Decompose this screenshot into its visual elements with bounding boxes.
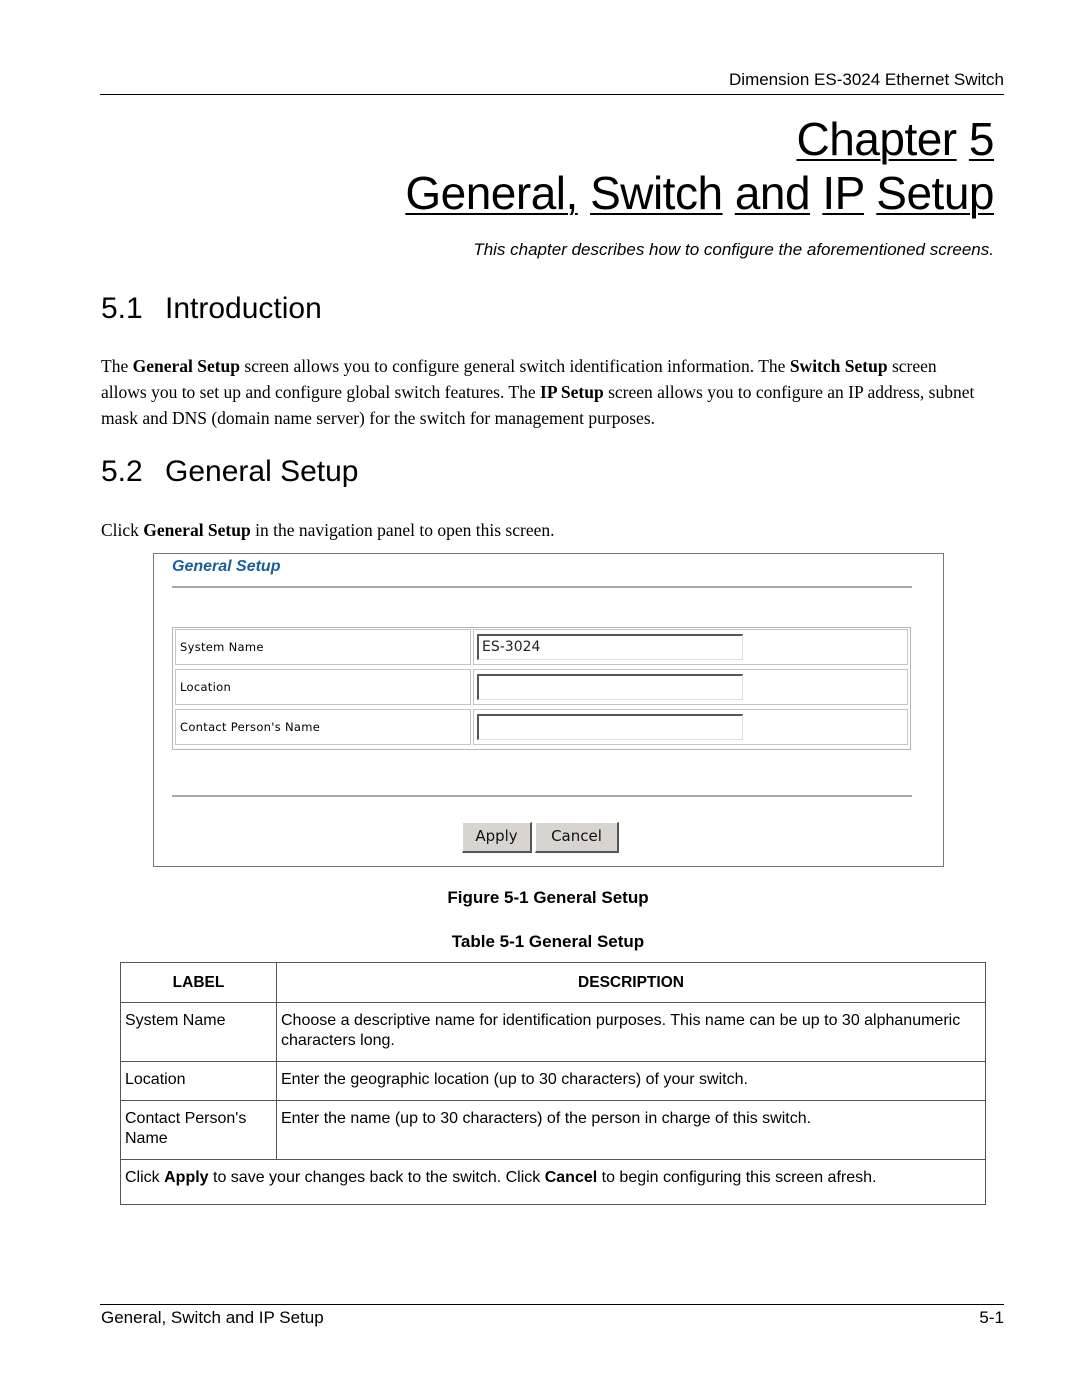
section-heading-introduction: 5.1 Introduction bbox=[101, 292, 322, 326]
location-input[interactable] bbox=[477, 674, 743, 700]
intro-paragraph: The General Setup screen allows you to c… bbox=[101, 353, 986, 431]
footer-rule bbox=[100, 1304, 1004, 1305]
text-run: Click bbox=[125, 1169, 165, 1186]
chapter-subtitle: This chapter describes how to configure … bbox=[473, 240, 994, 259]
chapter-number: 5 bbox=[968, 113, 995, 165]
screen-title: General Setup bbox=[172, 558, 281, 575]
table-caption: Table 5-1 General Setup bbox=[451, 932, 645, 951]
footer-chapter-title: General, Switch and IP Setup bbox=[101, 1308, 324, 1327]
table-footer-note: Click Apply to save your changes back to… bbox=[120, 1159, 986, 1205]
text-run: The bbox=[101, 356, 133, 376]
table-row: Location Enter the geographic location (… bbox=[120, 1061, 986, 1101]
system-name-label: System Name bbox=[175, 629, 471, 665]
chapter-title: Chapter 5 General, Switch and IP Setup bbox=[405, 112, 994, 220]
divider bbox=[172, 586, 912, 588]
chapter-title-word: Switch bbox=[590, 167, 723, 219]
divider bbox=[172, 795, 912, 797]
description-table: LABEL DESCRIPTION System Name Choose a d… bbox=[120, 962, 986, 1205]
table-row: System Name Choose a descriptive name fo… bbox=[120, 1002, 986, 1062]
section-title: Introduction bbox=[165, 292, 322, 325]
table-footer-row: Click Apply to save your changes back to… bbox=[120, 1159, 986, 1205]
text-run: Click bbox=[101, 520, 144, 540]
location-cell bbox=[473, 669, 908, 705]
row-label: Location bbox=[120, 1061, 277, 1101]
location-label: Location bbox=[175, 669, 471, 705]
row-label: Contact Person's Name bbox=[120, 1100, 277, 1160]
emphasized-text: General Setup bbox=[143, 520, 251, 540]
chapter-title-word: Setup bbox=[876, 167, 994, 219]
apply-button[interactable]: Apply bbox=[462, 822, 532, 853]
text-run: in the navigation panel to open this scr… bbox=[250, 520, 555, 540]
emphasized-text: IP Setup bbox=[540, 382, 604, 402]
column-header-description: DESCRIPTION bbox=[276, 962, 986, 1003]
emphasized-text: Switch Setup bbox=[789, 356, 888, 376]
form-row-system-name: System Name ES-3024 bbox=[175, 629, 908, 667]
section-heading-general-setup: 5.2 General Setup bbox=[101, 455, 358, 489]
row-description: Enter the name (up to 30 characters) of … bbox=[276, 1100, 986, 1160]
row-description: Enter the geographic location (up to 30 … bbox=[276, 1061, 986, 1101]
general-setup-screenshot: General Setup System Name ES-3024 Locati… bbox=[153, 553, 944, 867]
table-header-row: LABEL DESCRIPTION bbox=[120, 962, 986, 1003]
section-number: 5.1 bbox=[101, 292, 143, 325]
text-run: screen allows you to configure general s… bbox=[240, 356, 790, 376]
column-header-label: LABEL bbox=[120, 962, 277, 1003]
general-setup-form: System Name ES-3024 Location Contact Per… bbox=[172, 627, 911, 750]
text-run: to save your changes back to the switch.… bbox=[208, 1169, 545, 1186]
system-name-cell: ES-3024 bbox=[473, 629, 908, 665]
contact-person-label: Contact Person's Name bbox=[175, 709, 471, 745]
emphasized-text: General Setup bbox=[132, 356, 241, 376]
row-label: System Name bbox=[120, 1002, 277, 1062]
cancel-button[interactable]: Cancel bbox=[535, 822, 619, 853]
emphasized-text: Apply bbox=[164, 1169, 209, 1186]
form-row-location: Location bbox=[175, 669, 908, 707]
system-name-input[interactable]: ES-3024 bbox=[477, 634, 743, 660]
page-number: 5-1 bbox=[979, 1308, 1004, 1327]
chapter-title-word: IP bbox=[822, 167, 864, 219]
general-setup-paragraph: Click General Setup in the navigation pa… bbox=[101, 517, 986, 543]
chapter-title-word: and bbox=[734, 167, 811, 219]
section-number: 5.2 bbox=[101, 455, 143, 488]
section-title: General Setup bbox=[165, 455, 359, 488]
contact-person-cell bbox=[473, 709, 908, 745]
chapter-name-line: General, Switch and IP Setup bbox=[405, 166, 994, 220]
row-description: Choose a descriptive name for identifica… bbox=[276, 1002, 986, 1062]
form-row-contact-person: Contact Person's Name bbox=[175, 709, 908, 747]
chapter-title-word: General, bbox=[405, 167, 578, 219]
emphasized-text: Cancel bbox=[544, 1169, 598, 1186]
chapter-number-line: Chapter 5 bbox=[405, 112, 994, 166]
figure-caption: Figure 5-1 General Setup bbox=[447, 888, 649, 907]
text-run: to begin configuring this screen afresh. bbox=[597, 1169, 877, 1186]
contact-person-input[interactable] bbox=[477, 714, 743, 740]
table-row: Contact Person's Name Enter the name (up… bbox=[120, 1100, 986, 1160]
chapter-word: Chapter bbox=[796, 113, 957, 165]
running-header: Dimension ES-3024 Ethernet Switch bbox=[100, 70, 1004, 95]
